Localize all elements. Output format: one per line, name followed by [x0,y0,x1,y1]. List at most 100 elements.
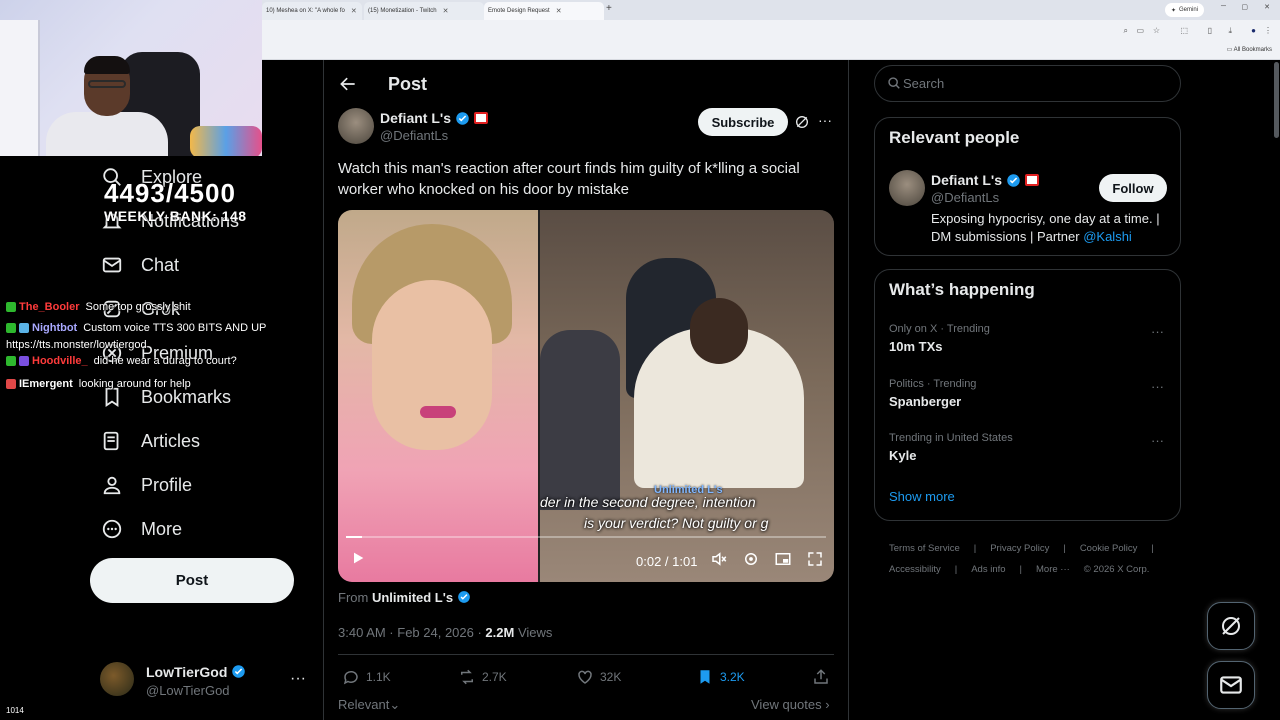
close-icon[interactable]: ✕ [443,7,449,15]
new-tab-icon[interactable]: + [606,3,612,14]
footer-separator: | [1063,543,1066,554]
person-name[interactable]: Defiant L's [931,172,1040,188]
browser-tab[interactable]: 10) Meshea on X: "A whole fo ✕ [262,2,362,20]
avatar[interactable] [889,170,925,206]
author-avatar[interactable] [338,108,374,144]
more-icon[interactable]: ··· [1151,324,1164,339]
chat-message: https://tts.monster/lowtiergod [6,339,147,351]
back-arrow-icon[interactable] [338,74,358,99]
all-bookmarks[interactable]: ▭ All Bookmarks [1227,46,1272,53]
nav-label: Profile [141,474,193,495]
zoom-icon[interactable]: ⌕ [1124,26,1128,36]
gemini-label: Gemini [1178,7,1198,13]
play-icon[interactable] [350,550,366,569]
chat-user: Nightbot [32,322,78,334]
pip-icon[interactable] [774,550,792,571]
post-meta: 3:40 AM · Feb 24, 2026 · 2.2M Views [338,625,552,640]
post-button[interactable]: Post [90,558,294,603]
star-icon[interactable]: ☆ [1153,26,1160,35]
trend-item[interactable]: Trending in United States Kyle [889,432,1013,463]
close-icon[interactable]: ✕ [351,7,357,15]
verified-icon [456,111,469,125]
reply-sort-dropdown[interactable]: Relevant⌄ [338,697,400,713]
grok-icon[interactable] [794,114,810,135]
bookmark-button[interactable]: 3.2K [696,668,745,686]
account-switcher[interactable]: LowTierGod @LowTierGod ··· [100,660,310,704]
repost-button[interactable]: 2.7K [458,668,507,686]
messages-fab-button[interactable] [1207,661,1255,709]
video-player[interactable]: Unlimited L's der in the second degree, … [338,210,834,582]
nav-more[interactable]: More [100,509,182,549]
footer-link[interactable]: Terms of Service [889,543,960,554]
nav-profile[interactable]: Profile [100,465,192,505]
tab-label: (15) Monetization - Twitch [368,8,437,14]
footer-link[interactable]: Cookie Policy [1080,543,1138,554]
chat-user: IEmergent [19,378,73,390]
all-bookmarks-label: All Bookmarks [1233,47,1272,53]
relevant-people-card: Relevant people Defiant L's @DefiantLs F… [874,117,1181,256]
author-handle[interactable]: @DefiantLs [380,128,448,143]
footer-link[interactable]: Privacy Policy [990,543,1049,554]
browser-tab[interactable]: (15) Monetization - Twitch ✕ [364,2,484,20]
show-more-link[interactable]: Show more [889,489,955,504]
footer-link[interactable]: Ads info [971,564,1005,575]
address-bar[interactable]: ⌕ ▭ ☆ ⬚ ▯ ⤓ ● ⋮ [262,20,1280,44]
maximize-icon[interactable]: ▢ [1241,3,1248,11]
browser-tab-active[interactable]: Emote Design Request ✕ [484,2,604,20]
browser-tab-bar: 10) Meshea on X: "A whole fo ✕ (15) Monet… [262,0,1280,20]
grok-fab-button[interactable] [1207,602,1255,650]
chat-text: did he wear a durag to court? [93,355,237,367]
nav-chat[interactable]: Chat [100,245,179,285]
sidepanel-icon[interactable]: ▯ [1208,26,1212,35]
follow-button[interactable]: Follow [1099,174,1167,202]
share-button[interactable] [812,668,830,686]
extensions-icon[interactable]: ⬚ [1180,26,1188,35]
more-icon[interactable]: ··· [1151,379,1164,394]
footer-link[interactable]: More ··· [1036,564,1070,575]
video-progress-bar[interactable] [346,536,826,538]
reply-button[interactable]: 1.1K [342,668,391,686]
caption-line: is your verdict? Not guilty or g [584,515,769,531]
nav-label: Articles [141,430,201,451]
view-quotes-link[interactable]: View quotes › [751,697,830,712]
search-input[interactable]: Search [874,65,1181,102]
close-window-icon[interactable]: ✕ [1264,3,1270,11]
more-icon[interactable]: ··· [818,112,832,128]
chat-message: IEmergent looking around for help [6,378,191,390]
close-icon[interactable]: ✕ [556,7,562,15]
download-icon[interactable]: ⤓ [1228,26,1232,36]
nav-articles[interactable]: Articles [100,421,200,461]
fullscreen-icon[interactable] [806,550,824,571]
viewer-count: 1014 [6,706,24,715]
affiliate-badge-icon [1025,174,1040,186]
chat-text: https://tts.monster/lowtiergod [6,339,147,351]
like-button[interactable]: 32K [576,668,621,686]
subscribe-button[interactable]: Subscribe [698,108,788,136]
scrollbar[interactable] [1274,62,1279,138]
more-icon[interactable]: ··· [290,670,306,688]
cast-icon[interactable]: ▭ [1136,26,1144,35]
verified-icon [457,591,470,603]
heart-icon [578,670,592,684]
bio-link[interactable]: @Kalshi [1083,229,1132,244]
trend-item[interactable]: Politics · Trending Spanberger [889,378,976,409]
trend-item[interactable]: Only on X · Trending 10m TXs [889,323,990,354]
footer-link[interactable]: Accessibility [889,564,941,575]
copyright: © 2026 X Corp. [1083,564,1150,575]
profile-icon[interactable]: ● [1251,26,1256,35]
author-name-text: Defiant L's [380,110,452,126]
minimize-icon[interactable]: ─ [1221,3,1226,10]
mute-icon[interactable] [710,550,728,571]
from-source[interactable]: Unlimited L's [372,590,453,605]
person-handle[interactable]: @DefiantLs [931,190,999,205]
gemini-button[interactable]: ✦ Gemini [1164,3,1204,17]
more-icon[interactable]: ··· [1151,433,1164,448]
grok-icon [1222,617,1240,635]
post-timestamp[interactable]: 3:40 AM · Feb 24, 2026 · [338,625,485,640]
settings-icon[interactable] [742,550,760,571]
chat-message: The_Booler Some top grossly shit [6,301,191,313]
author-name[interactable]: Defiant L's [380,110,489,126]
menu-icon[interactable]: ⋮ [1264,26,1272,35]
nav-label: Chat [141,254,180,275]
trend-category: Only on X · Trending [889,323,990,335]
